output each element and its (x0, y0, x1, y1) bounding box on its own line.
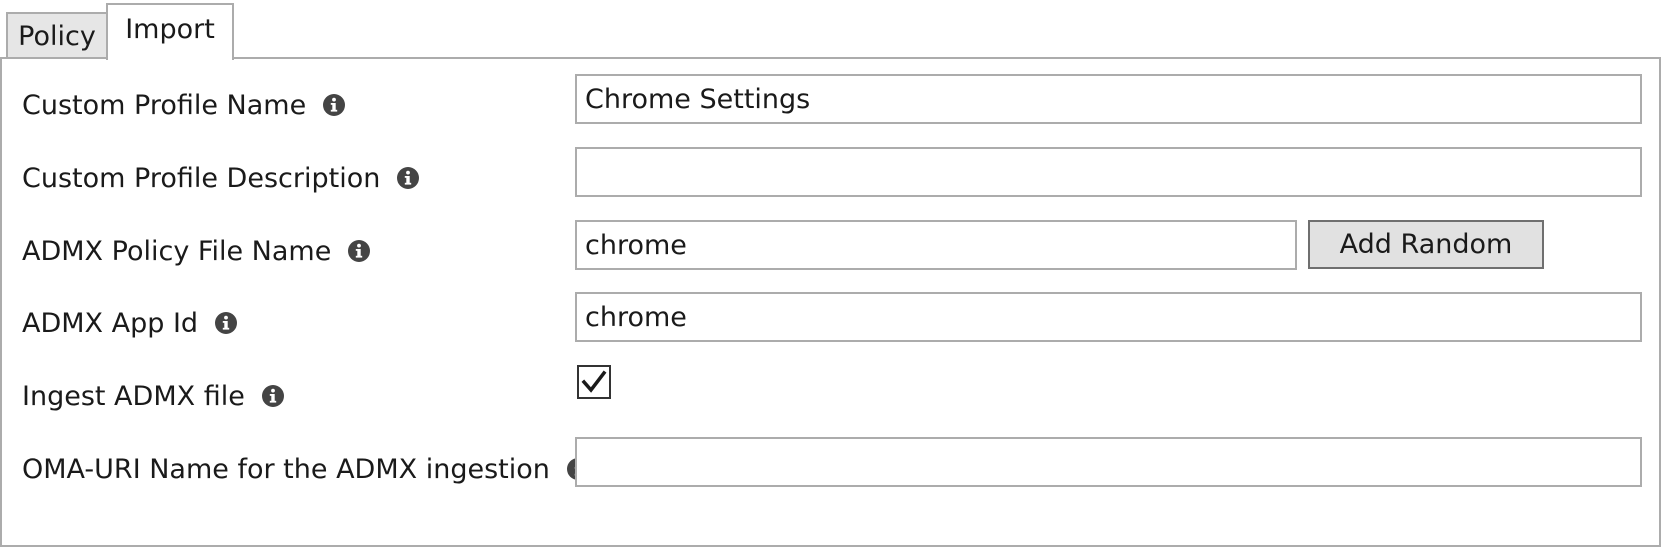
ingest-admx-row-label: Ingest ADMX file (22, 376, 285, 416)
profile-description-label: Custom Profile Description (22, 162, 381, 194)
admx-file-name-label: ADMX Policy File Name (22, 235, 332, 267)
profile-description-row-label: Custom Profile Description (22, 158, 420, 198)
info-icon[interactable] (347, 239, 371, 263)
ingest-admx-checkbox[interactable] (577, 365, 611, 399)
info-icon[interactable] (261, 384, 285, 408)
tab-policy[interactable]: Policy (6, 12, 108, 59)
profile-description-input[interactable] (575, 147, 1642, 197)
admx-app-id-row-label: ADMX App Id (22, 303, 238, 343)
oma-uri-label: OMA-URI Name for the ADMX ingestion (22, 453, 550, 485)
info-icon[interactable] (214, 311, 238, 335)
import-panel: Custom Profile Name Chrome Settings Cust… (0, 57, 1661, 547)
info-icon[interactable] (396, 166, 420, 190)
ingest-admx-label: Ingest ADMX file (22, 380, 245, 412)
admx-app-id-input[interactable]: chrome (575, 292, 1642, 342)
profile-name-label: Custom Profile Name (22, 89, 307, 121)
add-random-button[interactable]: Add Random (1308, 220, 1544, 269)
oma-uri-input[interactable] (575, 437, 1642, 487)
profile-name-input[interactable]: Chrome Settings (575, 74, 1642, 124)
tab-import[interactable]: Import (106, 3, 234, 60)
admx-file-name-input[interactable]: chrome (575, 220, 1297, 270)
oma-uri-row-label: OMA-URI Name for the ADMX ingestion (22, 449, 590, 489)
profile-name-row-label: Custom Profile Name (22, 85, 346, 125)
checkmark-icon (581, 370, 607, 393)
admx-app-id-label: ADMX App Id (22, 307, 199, 339)
admx-file-name-row-label: ADMX Policy File Name (22, 231, 371, 271)
info-icon[interactable] (322, 93, 346, 117)
